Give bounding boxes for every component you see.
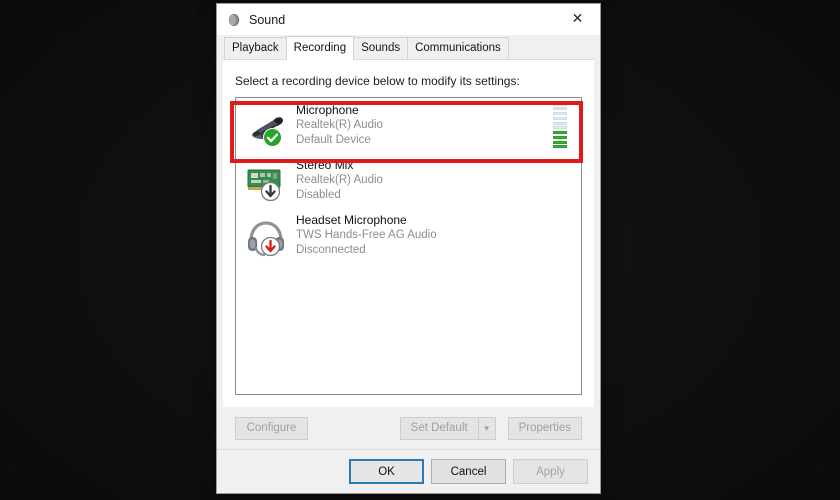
configure-button[interactable]: Configure xyxy=(235,416,308,440)
device-status: Default Device xyxy=(296,134,371,146)
recording-tab-page: Select a recording device below to modif… xyxy=(223,59,594,449)
chevron-down-icon[interactable]: ▼ xyxy=(478,416,496,440)
apply-button[interactable]: Apply xyxy=(513,459,588,484)
device-name: Stereo Mix xyxy=(296,158,354,172)
window-title: Sound xyxy=(249,12,286,27)
tab-recording[interactable]: Recording xyxy=(285,36,355,60)
device-info-headset-microphone: Headset Microphone TWS Hands-Free AG Aud… xyxy=(296,213,575,258)
title-bar: Sound ✕ xyxy=(217,4,600,35)
properties-button[interactable]: Properties xyxy=(507,416,582,440)
tab-strip: Playback Recording Sounds Communications xyxy=(217,35,600,60)
grey-down-arrow-badge xyxy=(260,181,281,201)
cancel-button[interactable]: Cancel xyxy=(431,459,506,484)
device-info-stereo-mix: Stereo Mix Realtek(R) Audio Disabled xyxy=(296,158,575,203)
tab-sounds[interactable]: Sounds xyxy=(353,37,409,59)
device-driver: Realtek(R) Audio xyxy=(296,174,383,186)
dialog-commit-bar: OK Cancel Apply xyxy=(217,449,600,493)
volume-meter xyxy=(553,102,567,149)
instruction-text: Select a recording device below to modif… xyxy=(235,74,520,88)
device-status: Disconnected xyxy=(296,244,366,256)
device-name: Headset Microphone xyxy=(296,213,407,227)
red-down-arrow-badge xyxy=(260,236,281,256)
device-info-microphone: Microphone Realtek(R) Audio Default Devi… xyxy=(296,103,553,148)
green-check-badge xyxy=(263,127,282,147)
device-status: Disabled xyxy=(296,189,341,201)
set-default-split-button[interactable]: Set Default ▼ xyxy=(399,416,496,440)
device-driver: TWS Hands-Free AG Audio xyxy=(296,229,437,241)
device-row-microphone[interactable]: Microphone Realtek(R) Audio Default Devi… xyxy=(236,98,581,153)
sound-dialog-window: Sound ✕ Playback Recording Sounds Commun… xyxy=(216,3,601,494)
tab-communications[interactable]: Communications xyxy=(407,37,509,59)
sound-speaker-icon xyxy=(226,12,242,28)
device-row-stereo-mix[interactable]: Stereo Mix Realtek(R) Audio Disabled xyxy=(236,153,581,208)
close-icon[interactable]: ✕ xyxy=(555,4,600,34)
device-driver: Realtek(R) Audio xyxy=(296,119,383,131)
set-default-button[interactable]: Set Default xyxy=(399,416,479,440)
headset-icon xyxy=(244,213,290,259)
ok-button[interactable]: OK xyxy=(349,459,424,484)
desktop-microphone-icon xyxy=(244,103,290,149)
device-action-row: Configure Set Default ▼ Properties xyxy=(223,407,594,449)
recording-device-list[interactable]: Microphone Realtek(R) Audio Default Devi… xyxy=(235,97,582,395)
device-row-headset-microphone[interactable]: Headset Microphone TWS Hands-Free AG Aud… xyxy=(236,208,581,263)
device-name: Microphone xyxy=(296,103,359,117)
sound-card-icon xyxy=(244,158,290,204)
tab-playback[interactable]: Playback xyxy=(224,37,287,59)
